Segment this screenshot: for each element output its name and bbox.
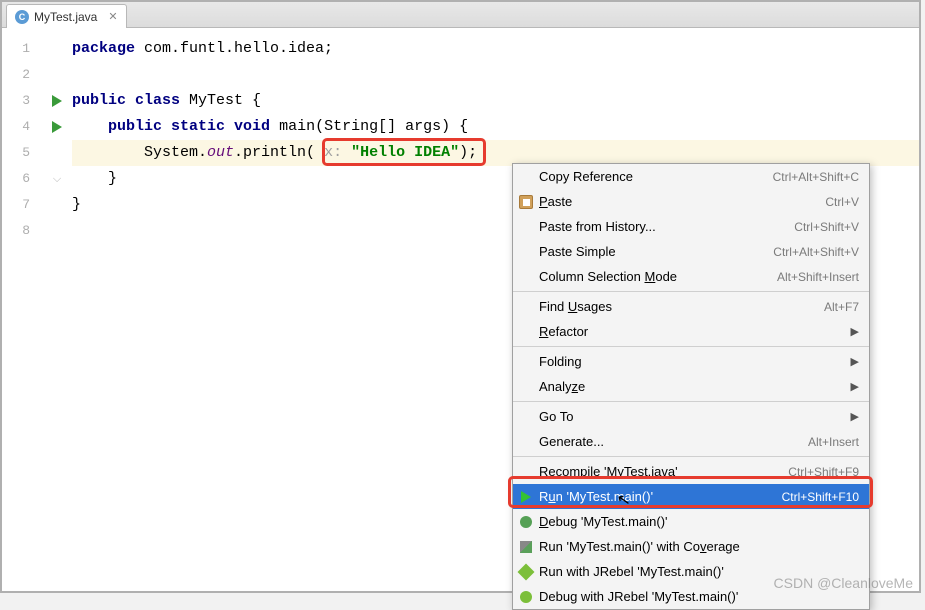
watermark: CSDN @CleanloveMe bbox=[774, 575, 913, 591]
menu-label: Refactor bbox=[539, 324, 851, 339]
line-number: 2 bbox=[2, 62, 42, 88]
code-token: class bbox=[126, 92, 180, 109]
menu-item-column-selection[interactable]: Column Selection Mode Alt+Shift+Insert bbox=[513, 264, 869, 289]
shortcut: Alt+Insert bbox=[808, 435, 859, 449]
submenu-arrow-icon: ▶ bbox=[851, 380, 859, 393]
line-number: 3 bbox=[2, 88, 42, 114]
menu-item-find-usages[interactable]: Find Usages Alt+F7 bbox=[513, 294, 869, 319]
menu-item-paste[interactable]: Paste Ctrl+V bbox=[513, 189, 869, 214]
tab-mytest[interactable]: C MyTest.java ✕ bbox=[6, 4, 127, 28]
editor-window: C MyTest.java ✕ 1 2 3 4 5 6 7 8 ⌵ bbox=[0, 0, 921, 593]
fold-marker[interactable]: ⌵ bbox=[42, 166, 72, 192]
menu-label: Copy Reference bbox=[539, 169, 773, 184]
menu-item-generate[interactable]: Generate... Alt+Insert bbox=[513, 429, 869, 454]
menu-label: Generate... bbox=[539, 434, 808, 449]
menu-label: Debug 'MyTest.main()' bbox=[539, 514, 859, 529]
menu-label: Go To bbox=[539, 409, 851, 424]
context-menu: Copy Reference Ctrl+Alt+Shift+C Paste Ct… bbox=[512, 163, 870, 610]
menu-label: Paste bbox=[539, 194, 825, 209]
fold-marker[interactable] bbox=[42, 140, 72, 166]
line-number-gutter: 1 2 3 4 5 6 7 8 bbox=[2, 28, 42, 590]
menu-item-coverage[interactable]: Run 'MyTest.main()' with Coverage bbox=[513, 534, 869, 559]
line-number: 6 bbox=[2, 166, 42, 192]
menu-item-paste-history[interactable]: Paste from History... Ctrl+Shift+V bbox=[513, 214, 869, 239]
submenu-arrow-icon: ▶ bbox=[851, 325, 859, 338]
shortcut: Ctrl+Shift+V bbox=[794, 220, 859, 234]
code-token: System. bbox=[144, 144, 207, 161]
shortcut: Ctrl+Alt+Shift+V bbox=[773, 245, 859, 259]
jrebel-icon bbox=[518, 563, 535, 580]
tab-bar: C MyTest.java ✕ bbox=[2, 2, 919, 28]
menu-item-copy-reference[interactable]: Copy Reference Ctrl+Alt+Shift+C bbox=[513, 164, 869, 189]
close-icon[interactable]: ✕ bbox=[108, 10, 117, 23]
coverage-icon bbox=[520, 541, 532, 553]
code-token: void bbox=[225, 118, 270, 135]
run-gutter-icon[interactable] bbox=[42, 114, 72, 140]
code-token: public bbox=[108, 118, 162, 135]
gutter-markers: ⌵ bbox=[42, 28, 72, 590]
code-token: .println( bbox=[234, 144, 315, 161]
menu-label: Run 'MyTest.main()' with Coverage bbox=[539, 539, 859, 554]
bug-icon bbox=[520, 516, 532, 528]
menu-label: Analyze bbox=[539, 379, 851, 394]
shortcut: Alt+Shift+Insert bbox=[777, 270, 859, 284]
menu-item-goto[interactable]: Go To ▶ bbox=[513, 404, 869, 429]
menu-item-paste-simple[interactable]: Paste Simple Ctrl+Alt+Shift+V bbox=[513, 239, 869, 264]
paste-icon bbox=[519, 195, 533, 209]
shortcut: Ctrl+V bbox=[825, 195, 859, 209]
submenu-arrow-icon: ▶ bbox=[851, 355, 859, 368]
run-gutter-icon[interactable] bbox=[42, 88, 72, 114]
highlight-annotation bbox=[322, 138, 486, 166]
java-class-icon: C bbox=[15, 10, 29, 24]
menu-label: Column Selection Mode bbox=[539, 269, 777, 284]
menu-item-folding[interactable]: Folding ▶ bbox=[513, 349, 869, 374]
code-token: static bbox=[162, 118, 225, 135]
code-token: com.funtl.hello.idea; bbox=[135, 40, 333, 57]
menu-item-refactor[interactable]: Refactor ▶ bbox=[513, 319, 869, 344]
line-number: 4 bbox=[2, 114, 42, 140]
code-token: main(String[] args) { bbox=[270, 118, 468, 135]
menu-label: Paste from History... bbox=[539, 219, 794, 234]
code-token: } bbox=[108, 170, 117, 187]
shortcut: Ctrl+Alt+Shift+C bbox=[773, 170, 859, 184]
code-token: package bbox=[72, 40, 135, 57]
line-number: 8 bbox=[2, 218, 42, 244]
menu-label: Paste Simple bbox=[539, 244, 773, 259]
highlight-annotation bbox=[508, 476, 873, 508]
code-token: public bbox=[72, 92, 126, 109]
line-number: 5 bbox=[2, 140, 42, 166]
submenu-arrow-icon: ▶ bbox=[851, 410, 859, 423]
line-number: 7 bbox=[2, 192, 42, 218]
line-number: 1 bbox=[2, 36, 42, 62]
code-token: MyTest { bbox=[180, 92, 261, 109]
code-token: } bbox=[72, 196, 81, 213]
menu-label: Folding bbox=[539, 354, 851, 369]
shortcut: Alt+F7 bbox=[824, 300, 859, 314]
menu-label: Find Usages bbox=[539, 299, 824, 314]
menu-item-analyze[interactable]: Analyze ▶ bbox=[513, 374, 869, 399]
menu-item-debug[interactable]: Debug 'MyTest.main()' bbox=[513, 509, 869, 534]
code-token: out bbox=[207, 144, 234, 161]
tab-filename: MyTest.java bbox=[34, 10, 97, 24]
